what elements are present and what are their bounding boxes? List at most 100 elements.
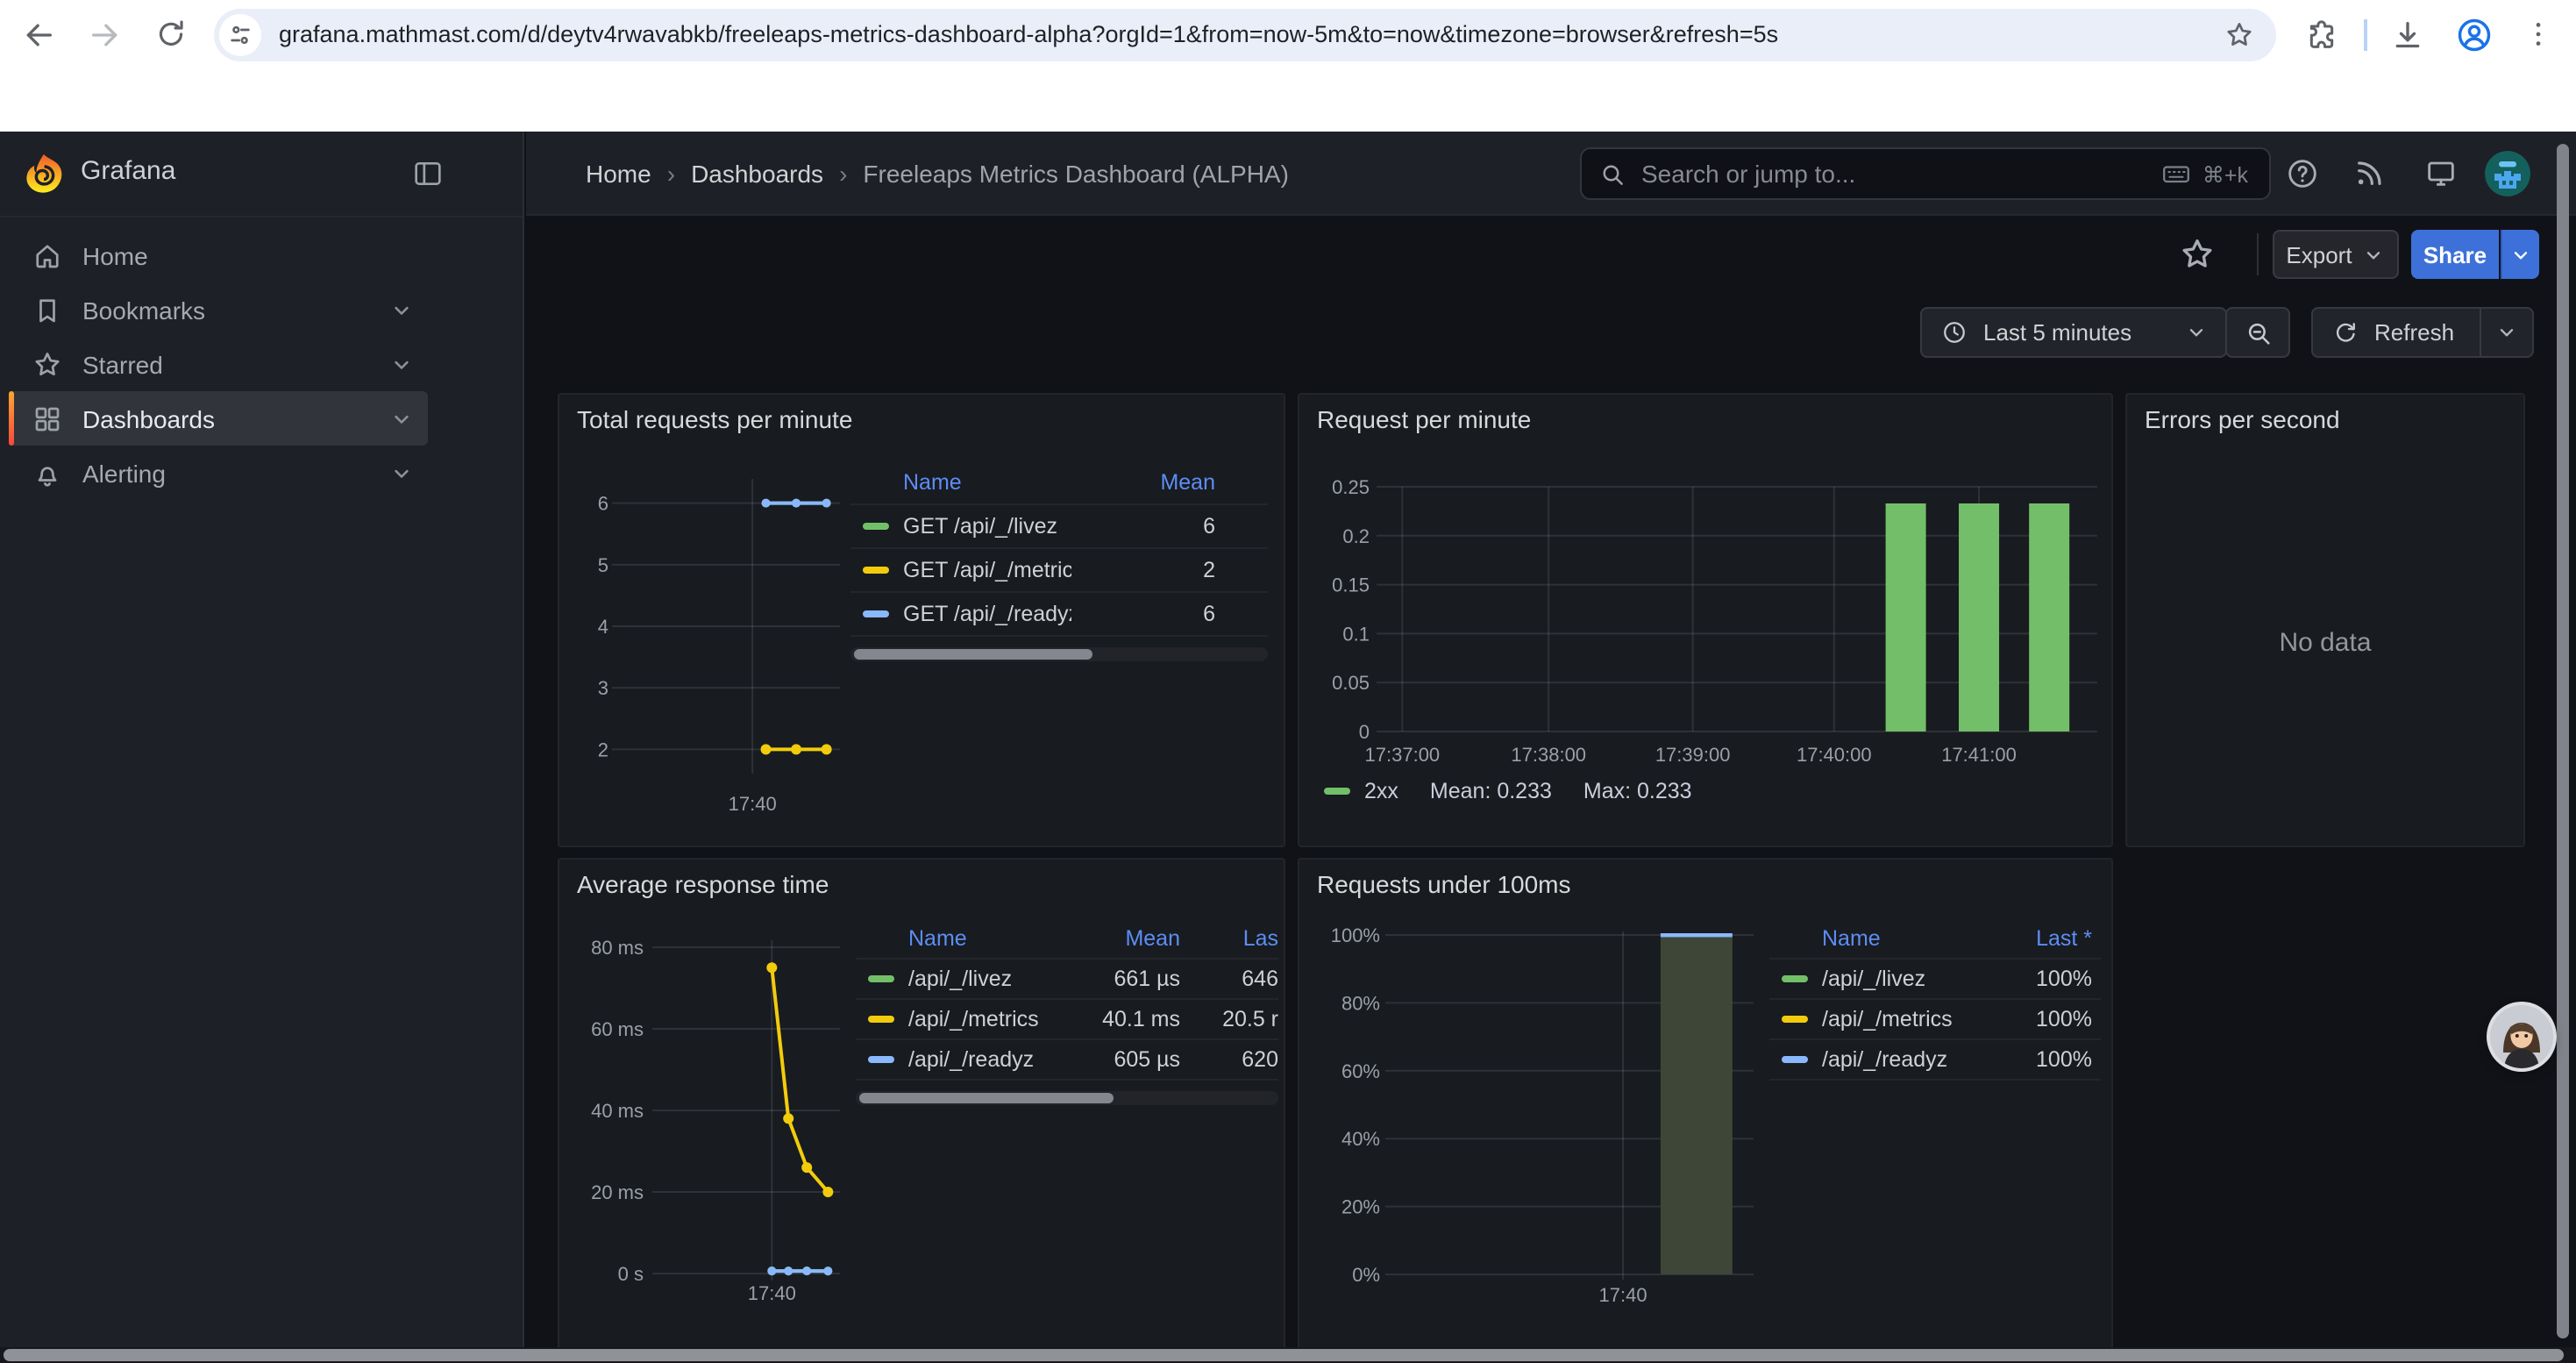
series-last: 646: [1180, 967, 1278, 991]
clock-icon: [1941, 319, 1968, 346]
time-range-picker[interactable]: Last 5 minutes: [1920, 307, 2227, 358]
legend-col-last[interactable]: Last *: [1987, 926, 2101, 951]
legend-row-readyz[interactable]: GET /api/_/readyz 6: [850, 593, 1268, 637]
favorite-dashboard-star-icon[interactable]: [2178, 235, 2217, 274]
share-label: Share: [2423, 241, 2487, 268]
sidebar-item-label: Dashboards: [82, 404, 389, 432]
legend-col-name[interactable]: Name: [1769, 926, 1987, 951]
panel-title[interactable]: Errors per second: [2145, 405, 2340, 433]
series-name: GET /api/_/livez: [903, 514, 1071, 539]
series-name: /api/_/readyz: [1822, 1047, 1987, 1072]
legend-table: Name Last * /api/_/livez 100% /api/_/met…: [1769, 919, 2101, 1081]
monitor-icon[interactable]: [2423, 156, 2459, 191]
refresh-icon: [2332, 319, 2359, 346]
svg-text:80%: 80%: [1341, 992, 1380, 1014]
legend-col-mean[interactable]: Mean: [1054, 926, 1180, 951]
series-color-pill: [1324, 788, 1350, 796]
sidebar-item-dashboards[interactable]: Dashboards: [9, 391, 428, 446]
series-color-pill: [1782, 1056, 1808, 1064]
series-name: /api/_/metrics: [908, 1007, 1054, 1031]
svg-text:80 ms: 80 ms: [591, 937, 644, 959]
help-icon[interactable]: [2285, 156, 2320, 191]
search-input[interactable]: Search or jump to... ⌘+k: [1580, 147, 2271, 200]
zoom-out-time-button[interactable]: [2225, 307, 2290, 358]
browser-profile-icon[interactable]: [2455, 16, 2494, 54]
vertical-scrollbar[interactable]: [2557, 144, 2569, 1338]
legend-row-metrics[interactable]: /api/_/metrics 100%: [1769, 1000, 2101, 1040]
bookmark-page-star-icon[interactable]: [2224, 19, 2255, 51]
share-button[interactable]: Share: [2411, 230, 2499, 279]
chevron-down-icon[interactable]: [389, 352, 414, 376]
sidebar-item-alerting[interactable]: Alerting: [9, 446, 428, 500]
chevron-down-icon: [2495, 321, 2518, 344]
keyboard-icon: [2160, 158, 2192, 189]
svg-text:17:41:00: 17:41:00: [1941, 744, 2017, 766]
breadcrumb-separator: ›: [839, 159, 847, 187]
legend-table: Name Mean Las /api/_/livez 661 µs 646 /a…: [856, 919, 1278, 1105]
sidebar-item-home[interactable]: Home: [9, 228, 428, 282]
search-placeholder: Search or jump to...: [1641, 160, 2160, 188]
legend-col-last[interactable]: Las: [1180, 926, 1278, 951]
grafana-logo[interactable]: [21, 151, 67, 196]
series-name: /api/_/metrics: [1822, 1007, 1987, 1031]
dock-sidebar-icon[interactable]: [410, 156, 445, 191]
refresh-button[interactable]: Refresh: [2311, 307, 2481, 358]
search-icon: [1599, 161, 1626, 187]
series-mean: 2: [1071, 558, 1268, 582]
sidebar-item-starred[interactable]: Starred: [9, 337, 428, 391]
legend-row-readyz[interactable]: /api/_/readyz 100%: [1769, 1040, 2101, 1081]
zoom-out-icon: [2244, 318, 2272, 346]
rss-icon[interactable]: [2352, 156, 2387, 191]
downloads-icon[interactable]: [2390, 18, 2425, 53]
url-bar[interactable]: grafana.mathmast.com/d/deytv4rwavabkb/fr…: [214, 9, 2276, 61]
legend-row-metrics[interactable]: GET /api/_/metrics 2: [850, 549, 1268, 593]
brand-name[interactable]: Grafana: [81, 156, 175, 186]
back-icon[interactable]: [21, 18, 56, 53]
sidebar-item-bookmarks[interactable]: Bookmarks: [9, 282, 428, 337]
browser-toolbar: grafana.mathmast.com/d/deytv4rwavabkb/fr…: [0, 0, 2576, 70]
legend-row-livez[interactable]: /api/_/livez 100%: [1769, 960, 2101, 1000]
series-mean: 661 µs: [1054, 967, 1180, 991]
series-color-pill: [863, 610, 889, 618]
legend-row-livez[interactable]: GET /api/_/livez 6: [850, 505, 1268, 549]
chevron-down-icon: [2363, 243, 2386, 266]
refresh-interval-dropdown[interactable]: [2480, 307, 2534, 358]
series-color-pill: [863, 523, 889, 531]
browser-menu-icon[interactable]: [2522, 18, 2555, 51]
url-text[interactable]: grafana.mathmast.com/d/deytv4rwavabkb/fr…: [279, 9, 2199, 61]
chevron-down-icon[interactable]: [389, 297, 414, 322]
bookmark-icon: [32, 294, 63, 325]
extensions-icon[interactable]: [2304, 18, 2339, 53]
svg-text:40%: 40%: [1341, 1128, 1380, 1150]
legend[interactable]: 2xx Mean: 0.233 Max: 0.233: [1317, 779, 1692, 803]
export-button[interactable]: Export: [2273, 230, 2399, 279]
legend-col-name[interactable]: Name: [850, 470, 1071, 495]
request-per-minute-chart[interactable]: 0.250.20.150.10.05017:37:0017:38:0017:39…: [1299, 395, 2111, 846]
legend-row-readyz[interactable]: /api/_/readyz 605 µs 620: [856, 1040, 1278, 1081]
share-dropdown-button[interactable]: [2501, 230, 2539, 279]
site-info-button[interactable]: [219, 14, 261, 56]
chevron-down-icon[interactable]: [389, 406, 414, 431]
panel-requests-under-100ms: Requests under 100ms 100%80%60%40%20%0%1…: [1298, 858, 2113, 1363]
legend-row-livez[interactable]: /api/_/livez 661 µs 646: [856, 960, 1278, 1000]
assistant-avatar[interactable]: [2490, 1005, 2553, 1068]
reload-icon[interactable]: [154, 18, 188, 51]
legend-row-metrics[interactable]: /api/_/metrics 40.1 ms 20.5 r: [856, 1000, 1278, 1040]
forward-icon[interactable]: [88, 18, 123, 53]
user-avatar[interactable]: [2485, 151, 2530, 196]
legend-horizontal-scrollbar[interactable]: [856, 1091, 1278, 1105]
legend-horizontal-scrollbar[interactable]: [850, 647, 1268, 661]
series-name: GET /api/_/metrics: [903, 558, 1071, 582]
chevron-down-icon[interactable]: [389, 460, 414, 485]
sidebar-item-label: Starred: [82, 350, 389, 378]
panel-errors-per-second: Errors per second No data: [2125, 393, 2525, 847]
legend-col-name[interactable]: Name: [856, 926, 1054, 951]
dashboards-icon: [32, 403, 63, 434]
legend-col-mean[interactable]: Mean: [1071, 470, 1268, 495]
breadcrumb-dashboards[interactable]: Dashboards: [691, 159, 823, 187]
tune-icon: [226, 21, 254, 49]
breadcrumb-home[interactable]: Home: [586, 159, 651, 187]
svg-text:0.1: 0.1: [1342, 623, 1370, 645]
series-max: Max: 0.233: [1583, 779, 1692, 803]
horizontal-scrollbar[interactable]: [0, 1346, 2576, 1363]
